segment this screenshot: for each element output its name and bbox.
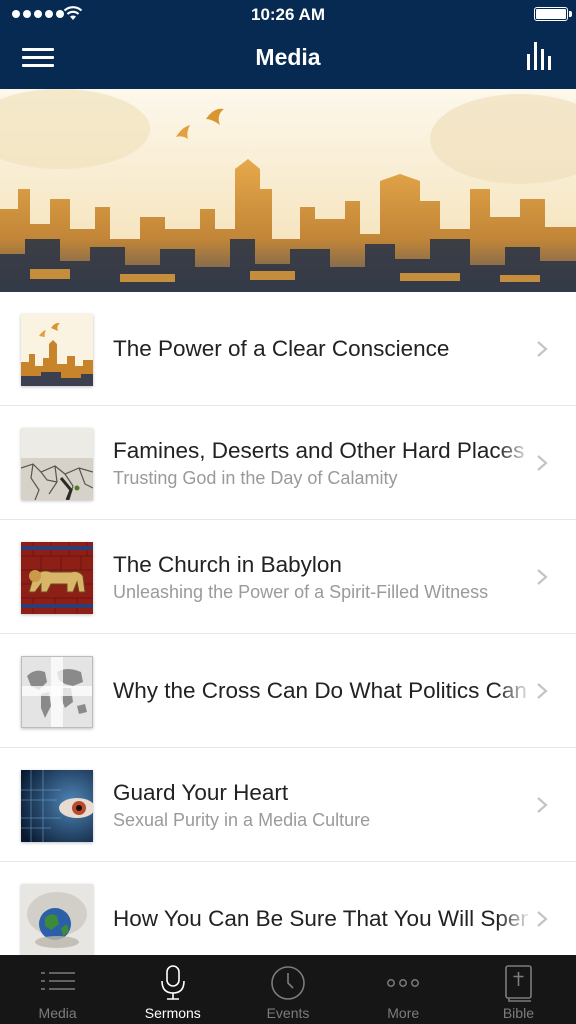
tab-sermons[interactable]: Sermons (115, 955, 230, 1024)
chevron-right-icon (537, 569, 548, 585)
sermon-thumbnail-babylon-lion (21, 542, 93, 614)
sermon-row[interactable]: The Church in Babylon Unleashing the Pow… (0, 520, 576, 634)
status-bar: 10:26 AM (0, 0, 576, 30)
audio-bars-icon[interactable] (526, 42, 552, 70)
bible-icon (505, 965, 533, 1002)
tab-events[interactable]: Events (230, 955, 345, 1024)
sermon-text: The Church in Babylon Unleashing the Pow… (113, 520, 528, 633)
sermon-subtitle: Sexual Purity in a Media Culture (113, 809, 371, 830)
sermon-row[interactable]: Guard Your Heart Sexual Purity in a Medi… (0, 748, 576, 862)
tab-label: More (387, 1005, 420, 1021)
tab-more[interactable]: More (346, 955, 461, 1024)
sermon-thumbnail-cracked-earth (21, 428, 93, 500)
tab-label: Bible (502, 1005, 534, 1021)
clock-icon (271, 966, 305, 1000)
sermon-subtitle: Trusting God in the Day of Calamity (113, 467, 398, 488)
sermon-title: Famines, Deserts and Other Hard Places (113, 437, 525, 463)
battery-icon (534, 7, 572, 21)
tab-label: Media (38, 1005, 77, 1021)
microphone-icon (160, 965, 185, 1000)
sermon-text: Guard Your Heart Sexual Purity in a Medi… (113, 748, 528, 861)
tab-label: Sermons (144, 1005, 201, 1021)
sermon-subtitle: Unleashing the Power of a Spirit-Filled … (113, 581, 489, 602)
sermon-thumbnail-earth (21, 884, 93, 955)
sermon-thumbnail-world-map (21, 656, 93, 728)
sermon-thumbnail-eye (21, 770, 93, 842)
sermon-row[interactable]: How You Can Be Sure That You Will Spend … (0, 862, 576, 955)
tab-label: Events (266, 1005, 310, 1021)
sermon-row[interactable]: The Power of a Clear Conscience (0, 292, 576, 406)
chevron-right-icon (537, 683, 548, 699)
tab-bible[interactable]: Bible (461, 955, 576, 1024)
sermon-title: The Power of a Clear Conscience (113, 336, 450, 361)
page-title: Media (255, 44, 321, 70)
list-icon (40, 972, 75, 990)
status-time: 10:26 AM (250, 5, 325, 24)
tab-bar: Media Sermons Events More Bible (0, 955, 576, 1024)
sermon-title: The Church in Babylon (113, 551, 342, 577)
chevron-right-icon (537, 455, 548, 471)
chevron-right-icon (537, 341, 548, 357)
hero-banner-cityscape (0, 89, 576, 292)
sermon-row[interactable]: Famines, Deserts and Other Hard Places T… (0, 406, 576, 520)
sermon-text: Famines, Deserts and Other Hard Places T… (113, 406, 528, 519)
sermon-text: How You Can Be Sure That You Will Spend … (113, 862, 528, 955)
navigation-bar: 10:26 AM Media (0, 0, 576, 89)
sermon-title: Guard Your Heart (113, 779, 289, 805)
sermon-row[interactable]: Why the Cross Can Do What Politics Can't (0, 634, 576, 748)
more-dots-icon (387, 979, 420, 987)
chevron-right-icon (537, 797, 548, 813)
sermon-text: The Power of a Clear Conscience (113, 292, 528, 405)
sermon-title: How You Can Be Sure That You Will Spend … (113, 906, 528, 931)
sermon-thumbnail-cityscape (21, 314, 93, 386)
chevron-right-icon (537, 911, 548, 927)
sermon-title: Why the Cross Can Do What Politics Can't (113, 678, 528, 703)
tab-media[interactable]: Media (0, 955, 115, 1024)
sermon-text: Why the Cross Can Do What Politics Can't (113, 634, 528, 747)
sermon-list: The Power of a Clear Conscience Famines,… (0, 292, 576, 955)
